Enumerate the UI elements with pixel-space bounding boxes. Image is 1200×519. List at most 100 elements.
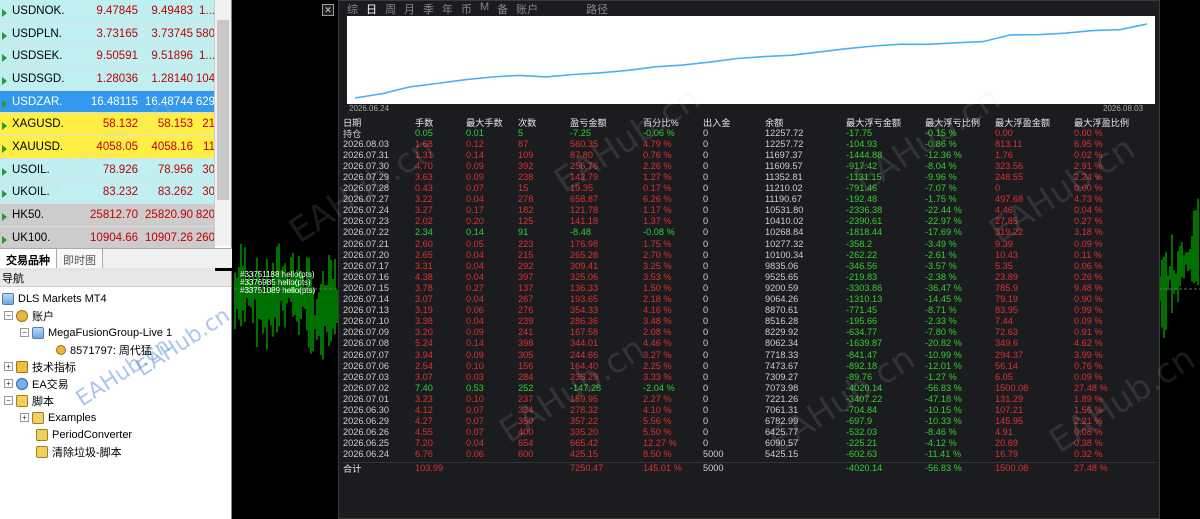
symbol-row[interactable]: USDSGD. 1.28036 1.28140 104 xyxy=(0,68,215,91)
symbol-row[interactable]: USDZAR. 16.48115 16.48744 629 xyxy=(0,90,215,114)
nav-script-periodconverter[interactable]: PeriodConverter xyxy=(36,426,132,443)
spread-value: 104 xyxy=(195,72,215,85)
table-row[interactable]: 2026.07.21 2.60 0.05 223 176.98 1.75 % 0 10277.… xyxy=(343,238,1157,249)
table-row[interactable]: 2026.06.24 6.76 0.06 600 425.15 8.50 % 5000 542… xyxy=(343,449,1157,460)
table-row[interactable]: 2026.08.03 1.68 0.12 87 560.35 4.79 % 0 12257.7… xyxy=(343,138,1157,149)
table-row[interactable]: 持仓 0.05 0.01 5 -7.25 -0.06 % 0 12257.72 -17.75 -0… xyxy=(343,127,1157,139)
table-cell: -7.80 % xyxy=(925,327,957,338)
symbol-row[interactable]: USDSEK. 9.50591 9.51896 1... xyxy=(0,45,215,69)
collapse-icon[interactable]: − xyxy=(20,328,29,337)
table-row[interactable]: 2026.07.29 3.63 0.09 238 142.79 1.27 % 0 11352.… xyxy=(343,171,1157,182)
report-menu-item[interactable]: 日 xyxy=(366,1,377,16)
table-cell: 10410.02 xyxy=(765,216,804,227)
table-row[interactable]: 2026.07.14 3.07 0.04 267 193.65 2.18 % 0 9064.2… xyxy=(343,294,1157,305)
table-row[interactable]: 2026.07.06 2.54 0.10 156 164.40 2.25 % 0 7473.6… xyxy=(343,360,1157,371)
report-menu-item[interactable]: 周 xyxy=(385,1,396,16)
report-menu-item[interactable]: 路径 xyxy=(586,1,608,16)
symbol-row[interactable]: USDNOK. 9.47845 9.49483 1... xyxy=(0,0,215,23)
scrollbar-thumb[interactable] xyxy=(217,20,229,200)
table-cell: 103.99 xyxy=(415,462,444,473)
tab-symbols[interactable]: 交易品种 xyxy=(0,249,57,268)
table-cell: 0.14 xyxy=(466,338,484,349)
symbol-row[interactable]: XAUUSD. 4058.05 4058.16 11 xyxy=(0,136,215,159)
table-cell: 3.19 xyxy=(415,305,433,316)
report-menu-item[interactable]: 综 xyxy=(347,1,358,16)
nav-root[interactable]: DLS Markets MT4 xyxy=(2,290,107,307)
table-cell: 156 xyxy=(518,360,534,371)
report-menu-item[interactable]: 年 xyxy=(442,1,453,16)
table-row[interactable]: 2026.07.02 7.40 0.53 252 -147.28 -2.04 % 0 7073… xyxy=(343,382,1157,393)
report-menu-item[interactable]: 备 xyxy=(497,1,508,16)
table-row[interactable]: 2026.06.26 4.55 0.07 400 335.20 5.50 % 0 6425.7… xyxy=(343,427,1157,438)
symbol-row[interactable]: USDPLN. 3.73165 3.73745 580 xyxy=(0,22,215,46)
table-row[interactable]: 2026.07.24 3.27 0.17 182 121.78 1.17 % 0 10531.… xyxy=(343,205,1157,216)
table-row[interactable]: 2026.07.08 5.24 0.14 398 344.01 4.46 % 0 8062.3… xyxy=(343,338,1157,349)
table-cell: 0.91 % xyxy=(1074,327,1103,338)
table-total-row[interactable]: 合计 103.99 7250.47 145.01 % 5000 -4020.14 -56.8… xyxy=(343,461,1157,474)
report-menu-item[interactable]: M xyxy=(480,1,489,15)
equity-start-date: 2026.06.24 xyxy=(349,104,390,113)
table-row[interactable]: 2026.06.30 4.12 0.07 334 278.32 4.10 % 0 7061.3… xyxy=(343,404,1157,415)
table-cell: 11190.67 xyxy=(765,194,802,205)
table-cell: 79.19 xyxy=(995,294,1018,305)
table-cell: 215 xyxy=(518,249,534,260)
table-row[interactable]: 2026.07.01 3.23 0.10 237 159.95 2.27 % 0 7221.2… xyxy=(343,393,1157,404)
table-row[interactable]: 2026.07.31 1.31 0.14 109 87.80 0.76 % 0 11697.3… xyxy=(343,149,1157,160)
symbol-row[interactable]: USOIL. 78.926 78.956 30 xyxy=(0,158,215,182)
report-menu-item[interactable]: 账户 xyxy=(516,1,538,16)
table-row[interactable]: 2026.06.25 7.20 0.04 654 665.42 12.27 % 0 6090.… xyxy=(343,438,1157,449)
report-menu-item[interactable]: 币 xyxy=(461,1,472,16)
table-row[interactable]: 2026.07.15 3.78 0.27 137 136.33 1.50 % 0 9200.5… xyxy=(343,282,1157,293)
table-row[interactable]: 2026.07.20 2.65 0.04 215 265.28 2.70 % 0 10100.… xyxy=(343,249,1157,260)
market-watch-scrollbar[interactable] xyxy=(214,0,231,246)
nav-indicators[interactable]: + 技术指标 xyxy=(4,358,76,375)
table-row[interactable]: 2026.07.03 3.07 0.03 284 235.29 3.33 % 0 7309.2… xyxy=(343,371,1157,382)
expand-icon[interactable]: + xyxy=(4,362,13,371)
table-row[interactable]: 2026.07.13 3.19 0.06 276 354.33 4.16 % 0 8870.6… xyxy=(343,305,1157,316)
table-row[interactable]: 2026.07.28 0.43 0.07 15 19.35 0.17 % 0 11210.02… xyxy=(343,183,1157,194)
table-cell: 256.76 xyxy=(570,160,599,171)
table-cell: 1.31 xyxy=(415,149,433,160)
nav-script-cleanup[interactable]: 清除垃圾-脚本 xyxy=(36,443,122,460)
table-row[interactable]: 2026.07.30 4.70 0.09 392 256.76 2.26 % 0 11609.… xyxy=(343,160,1157,171)
bid-price: 4058.05 xyxy=(96,140,138,153)
table-cell: 11697.37 xyxy=(765,149,803,160)
table-row[interactable]: 2026.06.29 4.27 0.07 350 357.22 5.56 % 0 6782.9… xyxy=(343,416,1157,427)
table-row[interactable]: 2026.07.09 3.20 0.09 241 167.58 2.08 % 0 8229.9… xyxy=(343,327,1157,338)
table-row[interactable]: 2026.07.23 2.02 0.20 125 141.18 1.37 % 0 10410.… xyxy=(343,216,1157,227)
close-icon[interactable]: ✕ xyxy=(322,4,334,16)
collapse-icon[interactable]: − xyxy=(4,311,13,320)
script-icon xyxy=(36,445,48,458)
nav-server[interactable]: − MegaFusionGroup-Live 1 xyxy=(20,324,172,341)
tab-tick-chart[interactable]: 即时图 xyxy=(57,249,103,268)
table-cell: 7473.67 xyxy=(765,360,799,371)
bid-price: 1.28036 xyxy=(96,72,138,85)
table-row[interactable]: 2026.07.07 3.94 0.09 305 244.66 3.27 % 0 7718.3… xyxy=(343,349,1157,360)
symbol-row[interactable]: UK100. 10904.66 10907.26 260 xyxy=(0,226,215,250)
table-cell: 7309.27 xyxy=(765,371,799,382)
table-cell: 10268.84 xyxy=(765,227,804,238)
table-row[interactable]: 2026.07.16 4.38 0.04 397 325.06 3.53 % 0 9525.6… xyxy=(343,271,1157,282)
report-menu-item[interactable]: 季 xyxy=(423,1,434,16)
expand-icon[interactable]: + xyxy=(4,379,13,388)
table-row[interactable]: 2026.07.10 3.38 0.04 239 286.36 3.48 % 0 8516.2… xyxy=(343,316,1157,327)
report-menu-item[interactable]: 月 xyxy=(404,1,415,16)
collapse-icon[interactable]: − xyxy=(4,396,13,405)
table-cell: -4.12 % xyxy=(925,438,957,449)
nav-scripts[interactable]: − 脚本 xyxy=(4,392,54,409)
nav-accounts[interactable]: − 账户 xyxy=(4,307,54,324)
nav-script-examples[interactable]: + Examples xyxy=(20,409,96,426)
nav-account[interactable]: 8571797: 周代猛 xyxy=(56,341,152,358)
symbol-row[interactable]: XAGUSD. 58.132 58.153 21 xyxy=(0,113,215,137)
table-cell: 600 xyxy=(518,449,534,460)
table-cell: 0 xyxy=(703,393,709,404)
symbol-row[interactable]: UKOIL. 83.232 83.262 30 xyxy=(0,181,215,205)
table-row[interactable]: 2026.07.22 2.34 0.14 91 -8.48 -0.08 % 0 10268.8… xyxy=(343,227,1157,238)
expand-icon[interactable]: + xyxy=(20,413,29,422)
bid-price: 9.50591 xyxy=(96,50,138,63)
nav-experts[interactable]: + EA交易 xyxy=(4,375,69,392)
table-row[interactable]: 2026.07.17 3.31 0.04 292 309.41 3.25 % 0 9835.0… xyxy=(343,260,1157,271)
table-row[interactable]: 2026.07.27 3.22 0.04 278 658.87 6.26 % 0 11190.… xyxy=(343,194,1157,205)
symbol-row[interactable]: HK50. 25812.70 25820.90 820 xyxy=(0,204,215,227)
table-cell: 4.62 % xyxy=(1074,338,1103,349)
